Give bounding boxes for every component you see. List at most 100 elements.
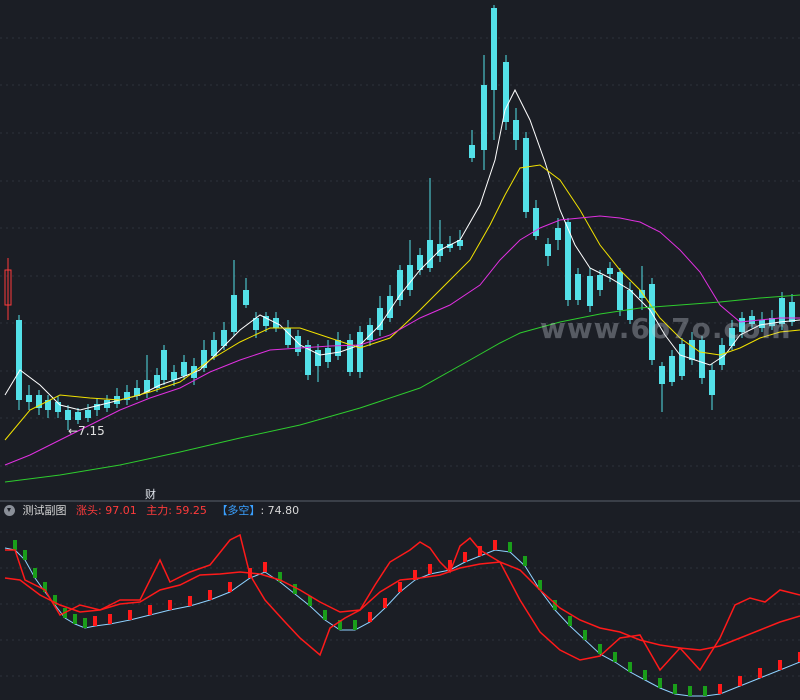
candle-body: [407, 265, 413, 290]
indicator-bar: [598, 644, 602, 654]
candle-body: [16, 320, 22, 400]
indicator-bar: [188, 596, 192, 606]
indicator-bar: [148, 605, 152, 615]
series-3-label: 【多空】: [216, 504, 261, 517]
indicator-sub-chart[interactable]: [0, 520, 800, 700]
indicator-bar: [23, 550, 27, 560]
indicator-bar: [628, 662, 632, 672]
candle-body: [481, 85, 487, 150]
candle-body: [607, 268, 613, 274]
candle-body: [587, 276, 593, 306]
series-2-value: 59.25: [175, 504, 207, 517]
kline-candle: [523, 132, 529, 218]
kline-candle: [305, 340, 311, 380]
kline-candle: [114, 388, 120, 408]
indicator-bar: [383, 598, 387, 608]
kline-candle: [387, 285, 393, 322]
candle-body: [65, 410, 71, 420]
kline-candle: [545, 238, 551, 266]
indicator-bar: [368, 612, 372, 622]
candle-body: [597, 275, 603, 290]
series-1-label: 涨头:: [76, 504, 102, 517]
watermark: www.6o7o.com: [540, 312, 792, 345]
collapse-icon[interactable]: [4, 505, 15, 516]
kline-candle: [709, 364, 715, 410]
kline-candle: [26, 385, 32, 410]
kline-candle: [617, 268, 623, 316]
candle-body: [523, 138, 529, 212]
candle-body: [26, 395, 32, 402]
indicator-bar: [398, 582, 402, 592]
series-2-label: 主力:: [146, 504, 172, 517]
kline-candle: [503, 55, 509, 130]
kline-candle: [669, 350, 675, 386]
kline-candle: [437, 220, 443, 262]
candle-body: [325, 348, 331, 362]
indicator-bar: [583, 630, 587, 640]
indicator-bar: [263, 562, 267, 572]
candle-body: [659, 366, 665, 384]
indicator-bar: [508, 542, 512, 552]
kline-candle: [555, 218, 561, 250]
kline-candle: [45, 395, 51, 418]
candle-body: [575, 274, 581, 300]
series-3-value: : 74.80: [260, 504, 300, 517]
low-price-annotation: ←7.15: [68, 424, 105, 438]
indicator-bar: [73, 614, 77, 624]
rising-head-line: [5, 533, 800, 672]
candle-body: [699, 340, 705, 378]
kline-main-chart[interactable]: [0, 0, 800, 500]
indicator-bar: [428, 564, 432, 574]
candle-body: [295, 336, 301, 352]
indicator-bar: [643, 670, 647, 680]
candle-body: [181, 362, 187, 376]
kline-candle: [407, 240, 413, 296]
series-1-legend: 涨头: 97.01: [76, 504, 137, 517]
indicator-bar: [568, 616, 572, 626]
kline-candle: [513, 108, 519, 150]
kline-candle: [161, 345, 167, 385]
kline-candle: [533, 200, 539, 240]
indicator-bar: [208, 590, 212, 600]
series-2-legend: 主力: 59.25: [146, 504, 207, 517]
indicator-bar: [463, 552, 467, 562]
kline-candle: [124, 385, 130, 405]
kline-candle: [469, 130, 475, 162]
candle-body: [513, 120, 519, 140]
candle-body: [679, 344, 685, 376]
candle-body: [545, 244, 551, 256]
indicator-bar: [738, 676, 742, 686]
main-force-line: [4, 561, 800, 651]
indicator-bar: [688, 686, 692, 696]
candle-body: [171, 372, 177, 380]
indicator-bar: [718, 684, 722, 694]
kline-candle: [16, 315, 22, 410]
candle-body: [335, 340, 341, 356]
sub-chart-header: 测试副图 涨头: 97.01 主力: 59.25 【多空】: 74.80: [0, 502, 800, 520]
candle-body: [427, 240, 433, 268]
kline-candle: [659, 362, 665, 412]
indicator-bar: [613, 652, 617, 662]
chart-app: ←7.15 财 www.6o7o.com 测试副图 涨头: 97.01 主力: …: [0, 0, 800, 700]
indicator-bar: [523, 556, 527, 566]
candle-body: [469, 145, 475, 158]
candle-body: [709, 370, 715, 395]
indicator-bar: [758, 668, 762, 678]
kline-candle: [285, 320, 291, 348]
kline-candle: [201, 340, 207, 372]
indicator-bar: [323, 610, 327, 620]
kline-candle: [94, 398, 100, 416]
kline-candle: [575, 268, 581, 305]
sub-chart-title[interactable]: 测试副图: [23, 504, 67, 517]
indicator-bar: [778, 660, 782, 670]
candle-body: [85, 410, 91, 418]
ma10-line: [4, 164, 800, 441]
indicator-bar: [168, 600, 172, 610]
candle-body: [555, 228, 561, 240]
indicator-bar: [703, 686, 707, 696]
kline-candle: [397, 265, 403, 306]
kline-candle: [134, 380, 140, 400]
indicator-bar: [13, 540, 17, 550]
candle-body: [669, 356, 675, 382]
kline-candle: [587, 268, 593, 312]
